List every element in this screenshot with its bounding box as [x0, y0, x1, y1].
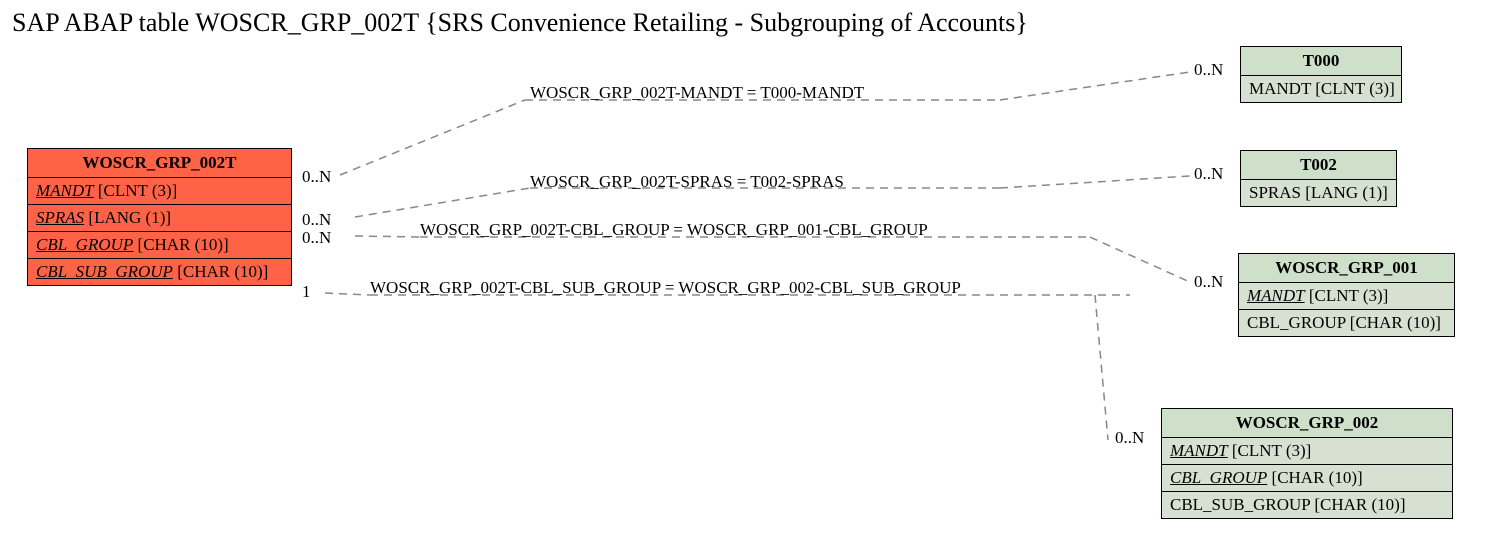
relation-label-cbl-group: WOSCR_GRP_002T-CBL_GROUP = WOSCR_GRP_001…: [420, 220, 928, 240]
field-mandt: MANDT [CLNT (3)]: [1241, 76, 1401, 102]
relation-label-spras: WOSCR_GRP_002T-SPRAS = T002-SPRAS: [530, 172, 844, 192]
cardinality: 0..N: [302, 228, 331, 248]
relation-label-cbl-sub-group: WOSCR_GRP_002T-CBL_SUB_GROUP = WOSCR_GRP…: [370, 278, 961, 298]
cardinality: 0..N: [1194, 164, 1223, 184]
entity-woscr-grp-002: WOSCR_GRP_002 MANDT [CLNT (3)] CBL_GROUP…: [1161, 408, 1453, 519]
entity-woscr-grp-001: WOSCR_GRP_001 MANDT [CLNT (3)] CBL_GROUP…: [1238, 253, 1455, 337]
field-cbl-group: CBL_GROUP [CHAR (10)]: [28, 232, 291, 259]
relation-label-mandt: WOSCR_GRP_002T-MANDT = T000-MANDT: [530, 83, 864, 103]
field-cbl-sub-group: CBL_SUB_GROUP [CHAR (10)]: [1162, 492, 1452, 518]
entity-t002: T002 SPRAS [LANG (1)]: [1240, 150, 1397, 207]
entity-t000: T000 MANDT [CLNT (3)]: [1240, 46, 1402, 103]
cardinality: 0..N: [1115, 428, 1144, 448]
field-mandt: MANDT [CLNT (3)]: [1239, 283, 1454, 310]
entity-header: WOSCR_GRP_002: [1162, 409, 1452, 438]
page-title: SAP ABAP table WOSCR_GRP_002T {SRS Conve…: [12, 8, 1028, 38]
entity-woscr-grp-002t: WOSCR_GRP_002T MANDT [CLNT (3)] SPRAS [L…: [27, 148, 292, 286]
entity-header: WOSCR_GRP_001: [1239, 254, 1454, 283]
field-mandt: MANDT [CLNT (3)]: [1162, 438, 1452, 465]
field-spras: SPRAS [LANG (1)]: [1241, 180, 1396, 206]
field-spras: SPRAS [LANG (1)]: [28, 205, 291, 232]
field-cbl-group: CBL_GROUP [CHAR (10)]: [1239, 310, 1454, 336]
entity-header: WOSCR_GRP_002T: [28, 149, 291, 178]
cardinality: 1: [302, 282, 311, 302]
field-cbl-sub-group: CBL_SUB_GROUP [CHAR (10)]: [28, 259, 291, 285]
cardinality: 0..N: [302, 167, 331, 187]
cardinality: 0..N: [302, 210, 331, 230]
field-cbl-group: CBL_GROUP [CHAR (10)]: [1162, 465, 1452, 492]
cardinality: 0..N: [1194, 272, 1223, 292]
entity-header: T000: [1241, 47, 1401, 76]
cardinality: 0..N: [1194, 60, 1223, 80]
field-mandt: MANDT [CLNT (3)]: [28, 178, 291, 205]
entity-header: T002: [1241, 151, 1396, 180]
